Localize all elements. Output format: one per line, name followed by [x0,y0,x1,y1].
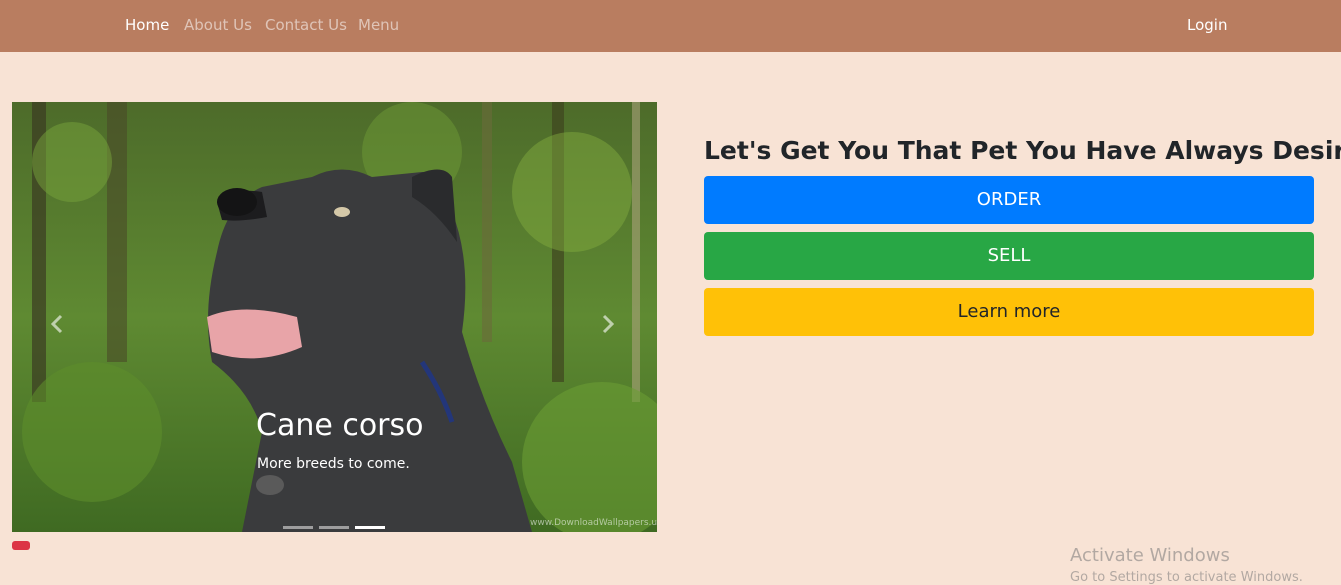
chevron-right-icon [602,314,615,334]
learn-more-button[interactable]: Learn more [704,288,1314,336]
nav-about-link[interactable]: About Us [184,16,252,34]
hero-headline: Let's Get You That Pet You Have Always D… [704,136,1341,165]
carousel-indicator-1[interactable] [283,526,313,529]
chevron-left-icon [50,314,63,334]
carousel-caption-title: Cane corso [256,408,424,443]
nav-contact-link[interactable]: Contact Us [265,16,347,34]
top-navbar: Home About Us Contact Us Menu Login [0,0,1341,52]
order-button[interactable]: ORDER [704,176,1314,224]
carousel-indicator-3[interactable] [355,526,385,529]
sell-button[interactable]: SELL [704,232,1314,280]
carousel-next-button[interactable] [597,314,627,344]
login-link[interactable]: Login [1187,16,1227,34]
nav-home-link[interactable]: Home [125,16,169,34]
dog-carousel[interactable]: Cane corso More breeds to come. www.Down… [12,102,657,532]
carousel-prev-button[interactable] [48,314,78,344]
status-badge [12,541,30,550]
activate-windows-title: Activate Windows [1070,545,1230,566]
carousel-indicator-2[interactable] [319,526,349,529]
activate-windows-subtitle: Go to Settings to activate Windows. [1070,570,1303,585]
carousel-caption-text: More breeds to come. [257,456,410,472]
nav-menu-link[interactable]: Menu [358,16,399,34]
image-watermark: www.DownloadWallpapers.us [530,518,657,528]
